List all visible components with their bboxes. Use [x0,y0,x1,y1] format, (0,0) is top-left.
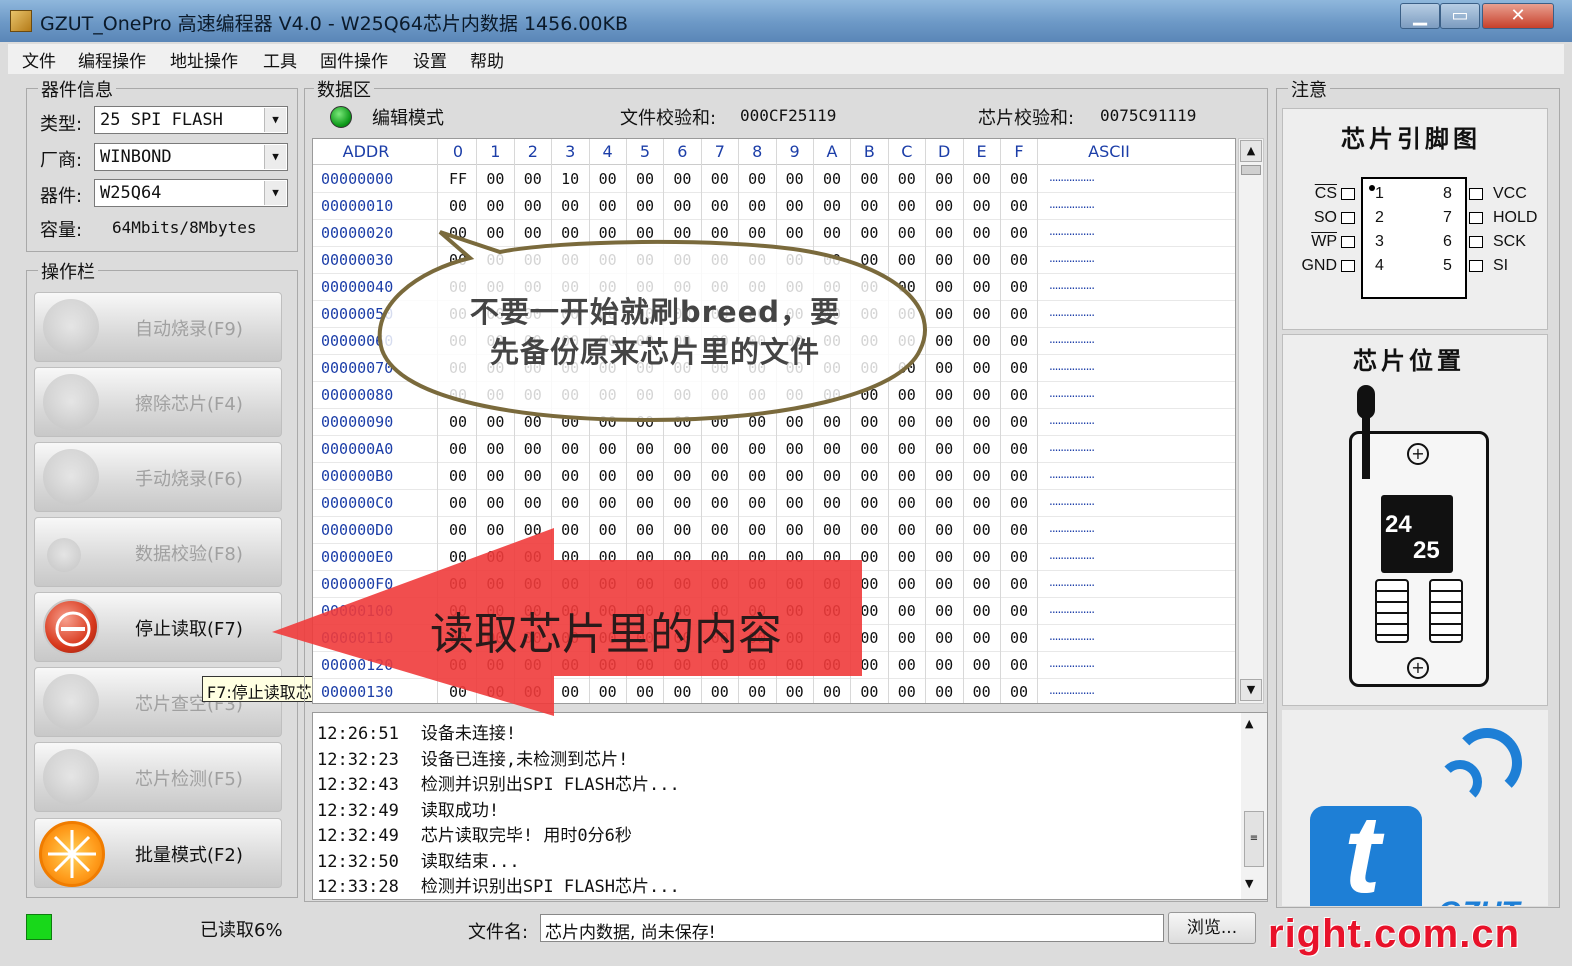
bubble-line-1: 不要一开始就刷breed，要 [469,295,841,329]
bubble-line-2: 先备份原来芯片里的文件 [489,335,820,369]
bubble-text: 不要一开始就刷breed，要 先备份原来芯片里的文件 [455,292,855,372]
annotation-overlay [272,230,927,716]
watermark: right.com.cn [1268,912,1521,956]
arrow-text: 读取芯片里的内容 [430,609,782,660]
